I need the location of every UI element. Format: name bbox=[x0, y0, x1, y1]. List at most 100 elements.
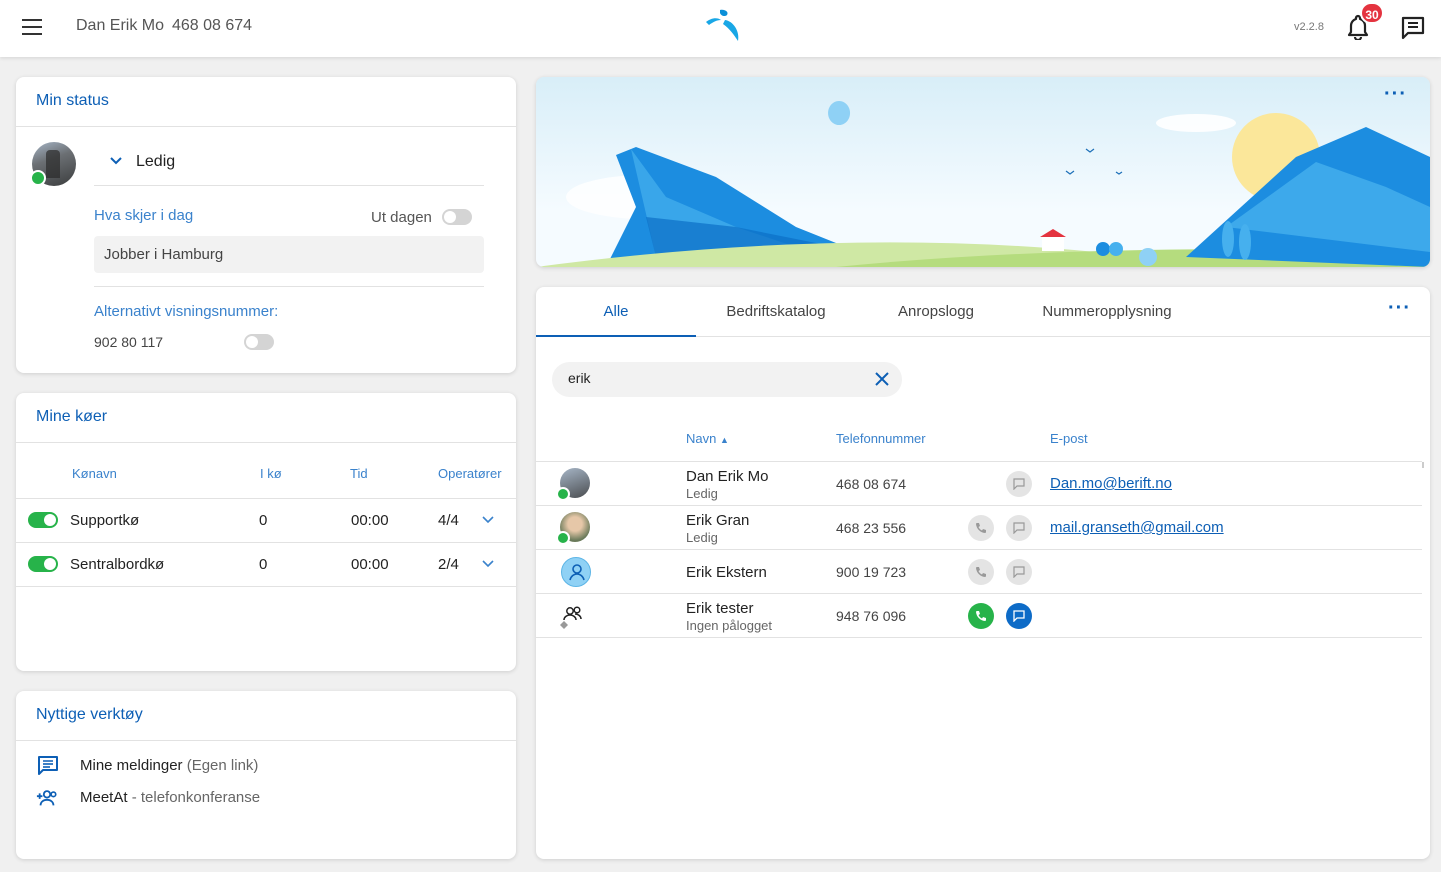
contact-status: Ingen pålogget bbox=[686, 618, 773, 633]
tab-anropslogg[interactable]: Anropslogg bbox=[866, 287, 1006, 337]
status-selector[interactable]: Ledig bbox=[136, 153, 175, 171]
person-icon bbox=[561, 557, 591, 587]
message-icon bbox=[1013, 610, 1025, 622]
close-icon[interactable] bbox=[874, 371, 890, 387]
search-input[interactable] bbox=[568, 370, 858, 386]
contact-tabs: Alle Bedriftskatalog Anropslogg Nummerop… bbox=[536, 287, 1430, 337]
header-name-label: Navn bbox=[686, 431, 717, 446]
message-button[interactable] bbox=[1006, 603, 1032, 629]
banner-more-menu[interactable]: ··· bbox=[1384, 83, 1407, 106]
sort-up-icon: ▲ bbox=[719, 435, 729, 445]
divider bbox=[94, 185, 484, 186]
tool-label: MeetAt bbox=[80, 789, 128, 806]
queue-toggle-supportko[interactable] bbox=[28, 512, 58, 528]
header-user-name: Dan Erik Mo bbox=[76, 17, 165, 34]
tool-suffix: - telefonkonferanse bbox=[127, 789, 261, 806]
message-button[interactable] bbox=[1006, 559, 1032, 585]
banner-illustration-card: ··· bbox=[536, 77, 1430, 267]
out-today-toggle[interactable] bbox=[442, 209, 472, 225]
tools-card-title: Nyttige verktøy bbox=[16, 691, 516, 741]
notification-badge: 30 bbox=[1360, 2, 1384, 24]
status-card: Min status Ledig Hva skjer i dag Ut dage… bbox=[16, 77, 516, 373]
group-add-icon bbox=[36, 790, 57, 806]
contact-name: Erik tester bbox=[686, 600, 754, 617]
queue-time: 00:00 bbox=[351, 556, 389, 573]
scrollbar[interactable] bbox=[1422, 462, 1424, 468]
landscape-illustration bbox=[536, 101, 1430, 267]
chevron-down-icon[interactable] bbox=[110, 155, 122, 167]
tool-label: Mine meldinger bbox=[80, 757, 183, 774]
tools-card: Nyttige verktøy Mine meldinger (Egen lin… bbox=[16, 691, 516, 859]
online-indicator bbox=[556, 487, 570, 501]
contact-phone: 948 76 096 bbox=[836, 608, 907, 624]
table-row[interactable]: Erik Gran Ledig 468 23 556 mail.granseth… bbox=[536, 506, 1422, 550]
call-button[interactable] bbox=[968, 559, 994, 585]
chevron-down-icon[interactable] bbox=[482, 558, 494, 570]
message-icon bbox=[1013, 522, 1025, 534]
person-glyph bbox=[569, 564, 585, 581]
call-button[interactable] bbox=[968, 515, 994, 541]
header-user-number: 468 08 674 bbox=[172, 17, 253, 34]
top-bar: Dan Erik Mo 468 08 674 v2.2.8 30 bbox=[0, 0, 1441, 57]
contact-status: Ledig bbox=[686, 530, 718, 545]
alt-number-value: 902 80 117 bbox=[94, 334, 164, 350]
tool-link-mine-meldinger[interactable]: Mine meldinger (Egen link) bbox=[80, 757, 258, 774]
table-row[interactable]: Dan Erik Mo Ledig 468 08 674 Dan.mo@beri… bbox=[536, 462, 1422, 506]
message-button[interactable] bbox=[1006, 471, 1032, 497]
divider bbox=[16, 542, 516, 543]
queue-header-in-queue: I kø bbox=[260, 466, 282, 481]
queue-header-operators: Operatører bbox=[438, 466, 502, 481]
message-button[interactable] bbox=[1006, 515, 1032, 541]
queue-in-queue: 0 bbox=[259, 556, 268, 573]
phone-icon bbox=[976, 611, 986, 621]
contact-name: Erik Gran bbox=[686, 512, 750, 529]
activity-label: Hva skjer i dag bbox=[94, 207, 194, 224]
contact-name: Erik Ekstern bbox=[686, 564, 767, 581]
telenor-logo bbox=[706, 9, 739, 41]
divider bbox=[16, 498, 516, 499]
contact-name: Dan Erik Mo bbox=[686, 468, 769, 485]
group-icon bbox=[560, 606, 582, 629]
contacts-card: Alle Bedriftskatalog Anropslogg Nummerop… bbox=[536, 287, 1430, 859]
contacts-more-menu[interactable]: ··· bbox=[1388, 297, 1411, 320]
contact-email[interactable]: mail.granseth@gmail.com bbox=[1050, 519, 1224, 536]
queue-toggle-sentralbordko[interactable] bbox=[28, 556, 58, 572]
phone-icon bbox=[976, 567, 986, 577]
contact-phone: 468 08 674 bbox=[836, 476, 907, 492]
call-button[interactable] bbox=[968, 603, 994, 629]
search-box bbox=[552, 362, 902, 397]
alt-number-toggle[interactable] bbox=[244, 334, 274, 350]
sort-by-name-header[interactable]: Navn ▲ bbox=[686, 431, 729, 446]
queue-header-name: Kønavn bbox=[72, 466, 117, 481]
tab-alle[interactable]: Alle bbox=[536, 287, 696, 337]
header-phone[interactable]: Telefonnummer bbox=[836, 431, 926, 446]
queues-card-title: Mine køer bbox=[16, 393, 516, 443]
phone-icon bbox=[976, 523, 986, 533]
chat-icon[interactable] bbox=[1400, 15, 1426, 41]
header-email[interactable]: E-post bbox=[1050, 431, 1088, 446]
alt-number-label: Alternativt visningsnummer: bbox=[94, 303, 279, 320]
hamburger-menu-icon[interactable] bbox=[22, 19, 42, 35]
tool-link-meetat[interactable]: MeetAt - telefonkonferanse bbox=[80, 789, 260, 806]
table-row[interactable]: Erik Ekstern 900 19 723 bbox=[536, 550, 1422, 594]
queue-operators: 4/4 bbox=[438, 512, 459, 529]
contact-status: Ledig bbox=[686, 486, 718, 501]
queue-in-queue: 0 bbox=[259, 512, 268, 529]
status-card-title: Min status bbox=[16, 77, 516, 127]
message-icon bbox=[1013, 478, 1025, 490]
queue-name: Supportkø bbox=[70, 512, 140, 529]
contact-phone: 900 19 723 bbox=[836, 564, 907, 580]
table-row[interactable]: Erik tester Ingen pålogget 948 76 096 bbox=[536, 594, 1422, 638]
tab-bedriftskatalog[interactable]: Bedriftskatalog bbox=[701, 287, 851, 337]
divider bbox=[94, 286, 484, 287]
chevron-down-icon[interactable] bbox=[482, 514, 494, 526]
activity-input[interactable]: Jobber i Hamburg bbox=[94, 236, 484, 273]
queue-time: 00:00 bbox=[351, 512, 389, 529]
contact-phone: 468 23 556 bbox=[836, 520, 907, 536]
tool-suffix: (Egen link) bbox=[182, 757, 259, 774]
queue-operators: 2/4 bbox=[438, 556, 459, 573]
contact-email[interactable]: Dan.mo@berift.no bbox=[1050, 475, 1172, 492]
divider bbox=[16, 586, 516, 587]
tab-nummeropplysning[interactable]: Nummeropplysning bbox=[1026, 287, 1188, 337]
online-indicator bbox=[556, 531, 570, 545]
